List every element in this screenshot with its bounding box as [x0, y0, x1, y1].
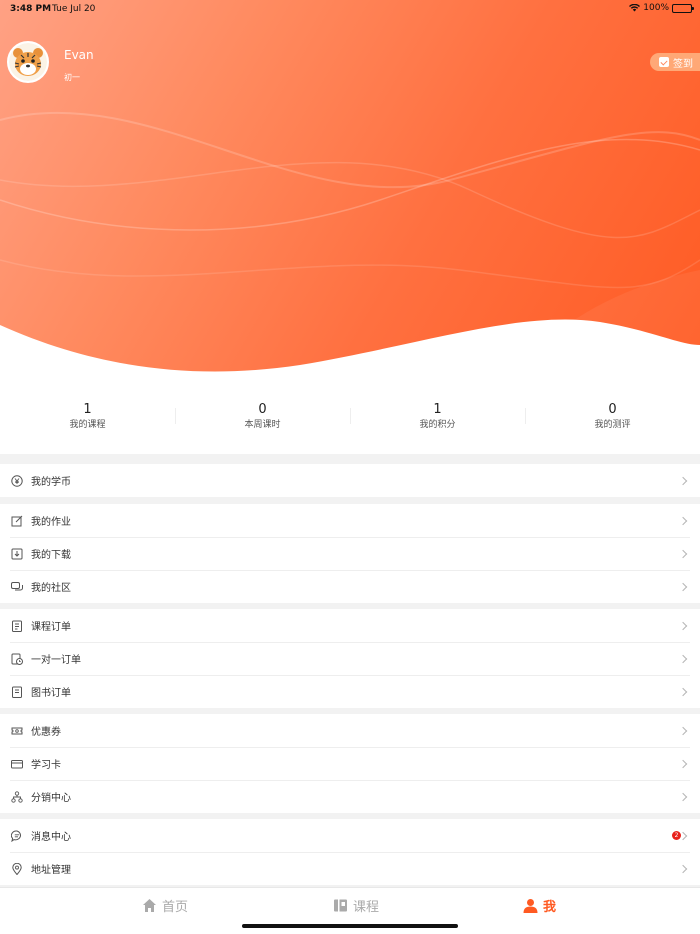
chevron-right-icon	[678, 549, 688, 558]
tab-me[interactable]: 我	[523, 896, 556, 915]
tiger-avatar-icon	[9, 43, 47, 81]
chevron-right-icon	[678, 654, 688, 663]
checkin-label: 签到	[673, 58, 693, 70]
user-name[interactable]: Evan	[64, 48, 94, 62]
stat-value: 0	[608, 402, 617, 417]
menu-item-label: 分销中心	[31, 793, 71, 804]
wave-decoration	[0, 111, 700, 390]
status-right: 100%	[629, 3, 694, 13]
message-icon	[11, 829, 23, 842]
menu-item-community[interactable]: 我的社区	[0, 570, 700, 603]
menu-item-label: 学习卡	[31, 760, 61, 771]
menu-item-downloads[interactable]: 我的下载	[0, 537, 700, 570]
chevron-right-icon	[678, 582, 688, 591]
coupon-icon	[11, 725, 23, 737]
status-bar: 3:48 PM Tue Jul 20 100%	[0, 0, 700, 18]
checkin-icon	[659, 57, 669, 67]
menu-item-label: 课程订单	[31, 622, 71, 633]
chevron-right-icon	[678, 516, 688, 525]
one-on-one-order-icon	[11, 653, 23, 665]
stat-label: 我的测评	[594, 420, 631, 430]
coin-icon	[11, 474, 23, 487]
stat-label: 我的课程	[69, 420, 106, 430]
stat-my-assessments[interactable]: 0 我的测评	[525, 390, 700, 454]
stat-label: 我的积分	[419, 420, 456, 430]
menu-group-orders: 课程订单 一对一订单 图书订单	[0, 609, 700, 708]
chevron-right-icon	[678, 476, 688, 485]
menu-group-wallet: 我的学币	[0, 464, 700, 497]
menu-item-label: 我的下载	[31, 550, 71, 561]
community-icon	[11, 581, 23, 593]
menu-item-label: 消息中心	[31, 832, 71, 843]
menu-item-label: 地址管理	[31, 865, 71, 876]
order-icon	[11, 620, 23, 632]
location-icon	[11, 862, 23, 875]
chevron-right-icon	[678, 726, 688, 735]
tab-home[interactable]: 首页	[142, 896, 188, 915]
profile-header: 3:48 PM Tue Jul 20 100% Evan 初一 签到	[0, 0, 700, 390]
home-icon	[143, 899, 156, 912]
menu-item-distribution[interactable]: 分销中心	[0, 780, 700, 813]
menu-item-study-card[interactable]: 学习卡	[0, 747, 700, 780]
chevron-right-icon	[678, 621, 688, 630]
menu-item-messages[interactable]: 消息中心 2	[0, 819, 700, 852]
tab-courses[interactable]: 课程	[333, 896, 379, 915]
status-time: 3:48 PM	[10, 4, 52, 14]
menu-item-coins[interactable]: 我的学币	[0, 464, 700, 497]
stat-value: 1	[433, 402, 442, 417]
menu-item-address[interactable]: 地址管理	[0, 852, 700, 885]
menu-group-learning: 我的作业 我的下载 我的社区	[0, 504, 700, 603]
distribution-icon	[11, 790, 23, 803]
menu-item-label: 我的学币	[31, 477, 71, 488]
stat-weekly-hours[interactable]: 0 本周课时	[175, 390, 350, 454]
book-order-icon	[11, 686, 23, 698]
menu-item-label: 优惠券	[31, 727, 61, 738]
checkin-button[interactable]: 签到	[650, 53, 700, 71]
stat-my-courses[interactable]: 1 我的课程	[0, 390, 175, 454]
tab-label: 我	[543, 900, 557, 915]
stat-label: 本周课时	[244, 420, 281, 430]
avatar[interactable]	[7, 41, 49, 83]
menu-group-benefits: 优惠券 学习卡 分销中心	[0, 714, 700, 813]
tab-label: 课程	[353, 900, 380, 915]
menu-item-label: 我的作业	[31, 517, 71, 528]
menu-item-course-orders[interactable]: 课程订单	[0, 609, 700, 642]
menu-item-book-orders[interactable]: 图书订单	[0, 675, 700, 708]
status-date: Tue Jul 20	[52, 4, 96, 14]
chevron-right-icon	[678, 792, 688, 801]
wifi-icon	[629, 4, 641, 12]
stats-bar: 1 我的课程 0 本周课时 1 我的积分 0 我的测评	[0, 390, 700, 454]
chevron-right-icon	[678, 759, 688, 768]
menu-item-one-on-one-orders[interactable]: 一对一订单	[0, 642, 700, 675]
course-icon	[334, 899, 347, 912]
chevron-right-icon	[678, 864, 688, 873]
menu-item-homework[interactable]: 我的作业	[0, 504, 700, 537]
battery-percent: 100%	[643, 3, 669, 13]
menu-item-label: 我的社区	[31, 583, 71, 594]
stat-value: 0	[258, 402, 267, 417]
download-icon	[11, 548, 23, 560]
user-grade: 初一	[64, 73, 80, 82]
battery-icon	[672, 3, 694, 13]
tab-label: 首页	[162, 900, 189, 915]
user-icon	[523, 899, 538, 913]
menu-item-coupons[interactable]: 优惠券	[0, 714, 700, 747]
card-icon	[11, 758, 23, 770]
home-indicator	[242, 924, 458, 928]
chevron-right-icon	[678, 687, 688, 696]
menu-item-label: 图书订单	[31, 688, 71, 699]
stat-value: 1	[83, 402, 92, 417]
homework-icon	[11, 515, 23, 527]
menu-group-settings: 消息中心 2 地址管理	[0, 819, 700, 885]
stat-my-points[interactable]: 1 我的积分	[350, 390, 525, 454]
menu-item-label: 一对一订单	[31, 655, 81, 666]
